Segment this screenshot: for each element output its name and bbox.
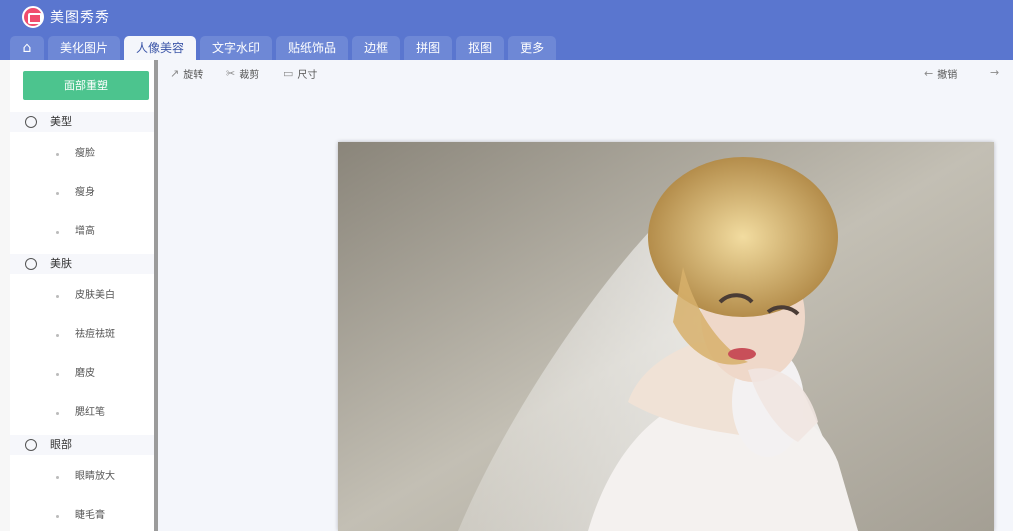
bullet-icon <box>56 515 59 518</box>
tab-home[interactable]: ⌂ <box>10 36 44 60</box>
sidebar-item-label: 磨皮 <box>75 368 95 379</box>
sidebar-item-label: 瘦脸 <box>75 148 95 159</box>
sidebar-item-blush[interactable]: 腮红笔 <box>10 404 154 422</box>
app-header: 美图秀秀 ⌂ 美化图片 人像美容 文字水印 贴纸饰品 边框 拼图 抠图 更多 <box>0 0 1013 60</box>
sidebar-item-slim-body[interactable]: 瘦身 <box>10 184 154 202</box>
sidebar-item-smoothing[interactable]: 磨皮 <box>10 365 154 383</box>
sidebar-item-label: 睫毛膏 <box>75 510 105 521</box>
undo-button[interactable]: ← 撤销 <box>924 66 957 81</box>
tab-frames[interactable]: 边框 <box>352 36 401 60</box>
bride-portrait-image <box>338 142 994 531</box>
sidebar-item-label: 眼睛放大 <box>75 471 115 482</box>
sidebar-item-label: 增高 <box>75 226 95 237</box>
size-label: 尺寸 <box>297 70 318 81</box>
tab-beautify[interactable]: 美化图片 <box>48 36 121 60</box>
rotate-icon: ↗ <box>170 67 180 80</box>
bullet-icon <box>56 334 59 337</box>
eye-icon <box>25 439 37 451</box>
app-logo-icon <box>22 6 44 28</box>
section-label: 眼部 <box>50 438 72 451</box>
section-skin: 美肤 <box>10 254 154 274</box>
redo-arrow-icon: → <box>990 66 1000 79</box>
tab-more[interactable]: 更多 <box>508 36 557 60</box>
tab-text-watermark[interactable]: 文字水印 <box>200 36 273 60</box>
bullet-icon <box>56 373 59 376</box>
resize-icon: ▭ <box>283 67 294 80</box>
sidebar-item-label: 瘦身 <box>75 187 95 198</box>
sidebar-item-eye-enlarge[interactable]: 眼睛放大 <box>10 468 154 486</box>
face-reshape-button[interactable]: 面部重塑 <box>23 71 149 100</box>
rotate-button[interactable]: ↗ 旋转 <box>170 66 203 81</box>
main-tabs: ⌂ 美化图片 人像美容 文字水印 贴纸饰品 边框 拼图 抠图 更多 <box>10 36 560 60</box>
crop-label: 裁剪 <box>239 70 260 81</box>
section-shape: 美型 <box>10 112 154 132</box>
canvas-area: ↗ 旋转 ✂ 裁剪 ▭ 尺寸 ← 撤销 → <box>158 60 1013 531</box>
redo-button[interactable]: → <box>990 66 1003 79</box>
sidebar-item-height[interactable]: 增高 <box>10 223 154 241</box>
sidebar-item-label: 腮红笔 <box>75 407 105 418</box>
sidebar-item-mascara[interactable]: 睫毛膏 <box>10 507 154 525</box>
sidebar-item-acne-removal[interactable]: 祛痘祛斑 <box>10 326 154 344</box>
app-title: 美图秀秀 <box>50 10 110 26</box>
sidebar-item-label: 皮肤美白 <box>75 290 115 301</box>
sidebar-item-slim-face[interactable]: 瘦脸 <box>10 145 154 163</box>
sidebar-item-whitening[interactable]: 皮肤美白 <box>10 287 154 305</box>
size-button[interactable]: ▭ 尺寸 <box>283 66 317 81</box>
undo-label: 撤销 <box>937 70 958 81</box>
bullet-icon <box>56 476 59 479</box>
bullet-icon <box>56 412 59 415</box>
scissors-icon: ✂ <box>226 67 236 80</box>
bullet-icon <box>56 153 59 156</box>
portrait-tools-sidebar: 面部重塑 美型 瘦脸 瘦身 增高 美肤 皮肤美白 祛痘祛斑 磨皮 腮红笔 眼部 <box>10 60 154 531</box>
section-label: 美肤 <box>50 257 72 270</box>
tab-collage[interactable]: 拼图 <box>404 36 453 60</box>
bullet-icon <box>56 231 59 234</box>
bullet-icon <box>56 192 59 195</box>
bullet-icon <box>56 295 59 298</box>
rotate-label: 旋转 <box>183 70 204 81</box>
undo-arrow-icon: ← <box>924 67 934 80</box>
tab-stickers[interactable]: 贴纸饰品 <box>276 36 349 60</box>
home-icon: ⌂ <box>22 40 32 56</box>
sidebar-item-label: 祛痘祛斑 <box>75 329 115 340</box>
face-icon <box>25 116 37 128</box>
skin-icon <box>25 258 37 270</box>
section-label: 美型 <box>50 115 72 128</box>
tab-cutout[interactable]: 抠图 <box>456 36 505 60</box>
edited-photo[interactable] <box>338 142 994 531</box>
tab-portrait[interactable]: 人像美容 <box>124 36 197 60</box>
section-eyes: 眼部 <box>10 435 154 455</box>
crop-button[interactable]: ✂ 裁剪 <box>226 66 259 81</box>
